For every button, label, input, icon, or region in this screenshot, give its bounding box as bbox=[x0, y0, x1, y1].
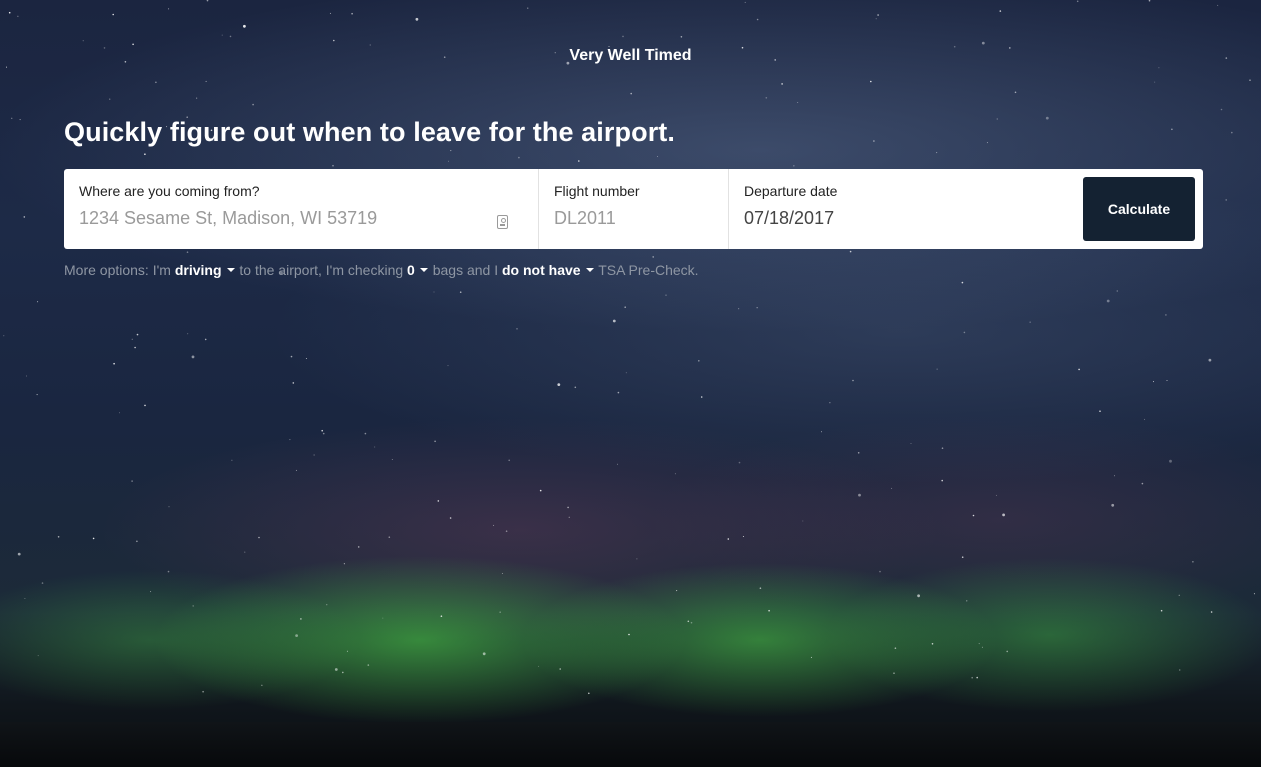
departure-date-label: Departure date bbox=[744, 183, 838, 199]
more-options-text-3: bags and I bbox=[432, 262, 499, 278]
caret-down-icon bbox=[226, 268, 235, 273]
site-title[interactable]: Very Well Timed bbox=[0, 47, 1261, 65]
page-headline: Quickly figure out when to leave for the… bbox=[64, 117, 675, 147]
search-form: Where are you coming from? Flight number… bbox=[64, 169, 1203, 249]
flight-field-group: Flight number bbox=[539, 169, 729, 249]
horizon bbox=[0, 722, 1261, 767]
bags-count-dropdown[interactable]: 0 bbox=[407, 262, 429, 278]
transport-mode-value: driving bbox=[174, 262, 222, 278]
bags-count-value: 0 bbox=[407, 262, 415, 278]
caret-down-icon bbox=[419, 268, 428, 273]
precheck-value: do not have bbox=[502, 262, 581, 278]
origin-field-group: Where are you coming from? bbox=[64, 169, 539, 249]
date-field-group: Departure date bbox=[729, 169, 1079, 249]
more-options-text-2: to the airport, I'm checking bbox=[239, 262, 404, 278]
more-options-suffix: TSA Pre-Check. bbox=[598, 262, 699, 278]
caret-down-icon bbox=[585, 268, 594, 273]
calculate-button[interactable]: Calculate bbox=[1083, 177, 1195, 241]
flight-number-label: Flight number bbox=[554, 183, 640, 199]
origin-input[interactable] bbox=[79, 208, 523, 229]
origin-label: Where are you coming from? bbox=[79, 183, 260, 199]
contact-card-icon[interactable] bbox=[497, 215, 508, 229]
more-options-prefix: More options: I'm bbox=[64, 262, 171, 278]
background-aurora-sky bbox=[0, 0, 1261, 767]
departure-date-input[interactable] bbox=[744, 208, 1064, 229]
transport-mode-dropdown[interactable]: driving bbox=[175, 262, 236, 278]
precheck-dropdown[interactable]: do not have bbox=[502, 262, 595, 278]
more-options: More options: I'm driving to the airport… bbox=[64, 262, 699, 278]
flight-number-input[interactable] bbox=[554, 208, 713, 229]
